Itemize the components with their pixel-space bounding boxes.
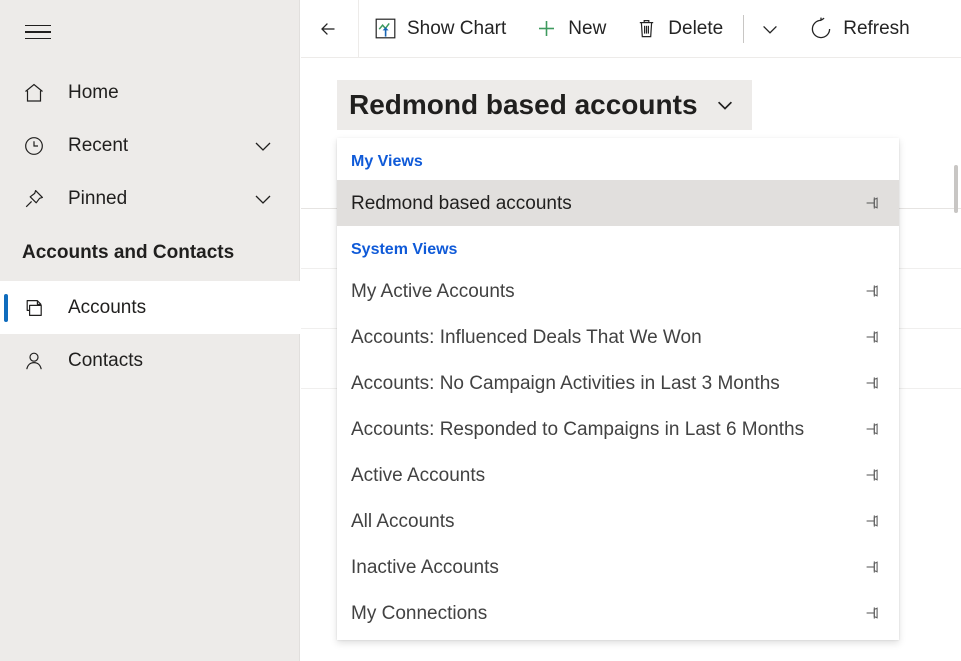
accounts-icon [22,296,56,320]
chevron-down-icon [712,92,738,118]
flyout-item-label: Accounts: Influenced Deals That We Won [351,326,702,348]
app-root: Home Recent Pinned Accounts and Contacts… [0,0,961,661]
refresh-icon [808,16,834,42]
vertical-scrollbar[interactable] [954,60,959,655]
flyout-section-title-system-views: System Views [351,241,458,258]
flyout-item-accounts-no-campaign-activities-in-last-3-months[interactable]: Accounts: No Campaign Activities in Last… [337,360,899,406]
refresh-label: Refresh [843,18,910,39]
flyout-item-label: All Accounts [351,510,455,532]
sidebar-item-recent[interactable]: Recent [0,119,300,172]
chart-icon [373,16,398,41]
contact-person-icon [22,349,56,373]
sidebar-item-label: Recent [68,135,129,156]
toolbar-overflow-button[interactable] [750,0,790,57]
pin-icon[interactable] [861,602,883,624]
view-selector-flyout: My Views Redmond based accounts System V… [337,138,899,640]
flyout-item-label: My Active Accounts [351,280,515,302]
plus-icon [534,16,559,41]
sidebar-item-accounts[interactable]: Accounts [0,281,300,334]
sidebar-item-contacts[interactable]: Contacts [0,334,300,387]
hamburger-bar [25,24,51,27]
flyout-item-redmond-based-accounts[interactable]: Redmond based accounts [337,180,899,226]
hamburger-bar [25,37,51,40]
pin-icon[interactable] [861,556,883,578]
flyout-item-my-connections[interactable]: My Connections [337,590,899,636]
flyout-item-label: Inactive Accounts [351,556,499,578]
flyout-item-inactive-accounts[interactable]: Inactive Accounts [337,544,899,590]
flyout-item-my-active-accounts[interactable]: My Active Accounts [337,268,899,314]
sidebar-item-label: Accounts [68,297,147,318]
pin-icon[interactable] [861,280,883,302]
view-selector-button[interactable]: Redmond based accounts [337,80,752,130]
command-bar: Show Chart New Delete Refresh [301,0,961,58]
new-button[interactable]: New [520,0,620,57]
toolbar-divider [743,14,745,43]
home-icon [22,81,56,105]
sidebar-item-pinned[interactable]: Pinned [0,172,300,225]
flyout-item-label: Accounts: No Campaign Activities in Last… [351,372,780,394]
chevron-down-icon[interactable] [250,186,276,212]
sidebar-item-home[interactable]: Home [0,66,300,119]
scrollbar-thumb[interactable] [954,165,958,213]
pin-icon[interactable] [861,326,883,348]
refresh-button[interactable]: Refresh [790,0,924,57]
flyout-section-title-my-views: My Views [351,153,423,170]
main-content-area: Show Chart New Delete Refresh Redmond ba… [301,0,961,661]
clock-icon [22,134,56,158]
chevron-down-icon[interactable] [250,133,276,159]
pin-icon [22,187,56,211]
sidebar-nav-list: Home Recent Pinned Accounts and Contacts… [0,66,300,387]
sidebar-item-label: Home [68,82,119,103]
hamburger-menu-button[interactable] [16,12,60,52]
sidebar-item-label: Pinned [68,188,128,209]
flyout-item-label: Accounts: Responded to Campaigns in Last… [351,418,805,440]
delete-label: Delete [668,18,724,39]
flyout-item-active-accounts[interactable]: Active Accounts [337,452,899,498]
pin-icon[interactable] [861,372,883,394]
new-label: New [568,18,607,39]
pin-icon[interactable] [861,192,883,214]
hamburger-bar [25,31,51,33]
flyout-item-accounts-influenced-deals-that-we-won[interactable]: Accounts: Influenced Deals That We Won [337,314,899,360]
show-chart-label: Show Chart [407,18,507,39]
flyout-item-label: Redmond based accounts [351,192,572,214]
sidebar-item-label: Contacts [68,350,143,371]
flyout-item-accounts-responded-to-campaigns-in-last-6-months[interactable]: Accounts: Responded to Campaigns in Last… [337,406,899,452]
delete-button[interactable]: Delete [620,0,737,57]
pin-icon[interactable] [861,464,883,486]
sidebar-group-title: Accounts and Contacts [22,242,235,263]
flyout-item-label: My Connections [351,602,488,624]
show-chart-button[interactable]: Show Chart [359,0,520,57]
trash-icon [634,16,659,41]
pin-icon[interactable] [861,418,883,440]
flyout-item-all-accounts[interactable]: All Accounts [337,498,899,544]
flyout-item-label: Active Accounts [351,464,486,486]
back-button[interactable] [301,0,359,57]
navigation-sidebar: Home Recent Pinned Accounts and Contacts… [0,0,300,661]
view-selector-label: Redmond based accounts [349,89,698,120]
pin-icon[interactable] [861,510,883,532]
